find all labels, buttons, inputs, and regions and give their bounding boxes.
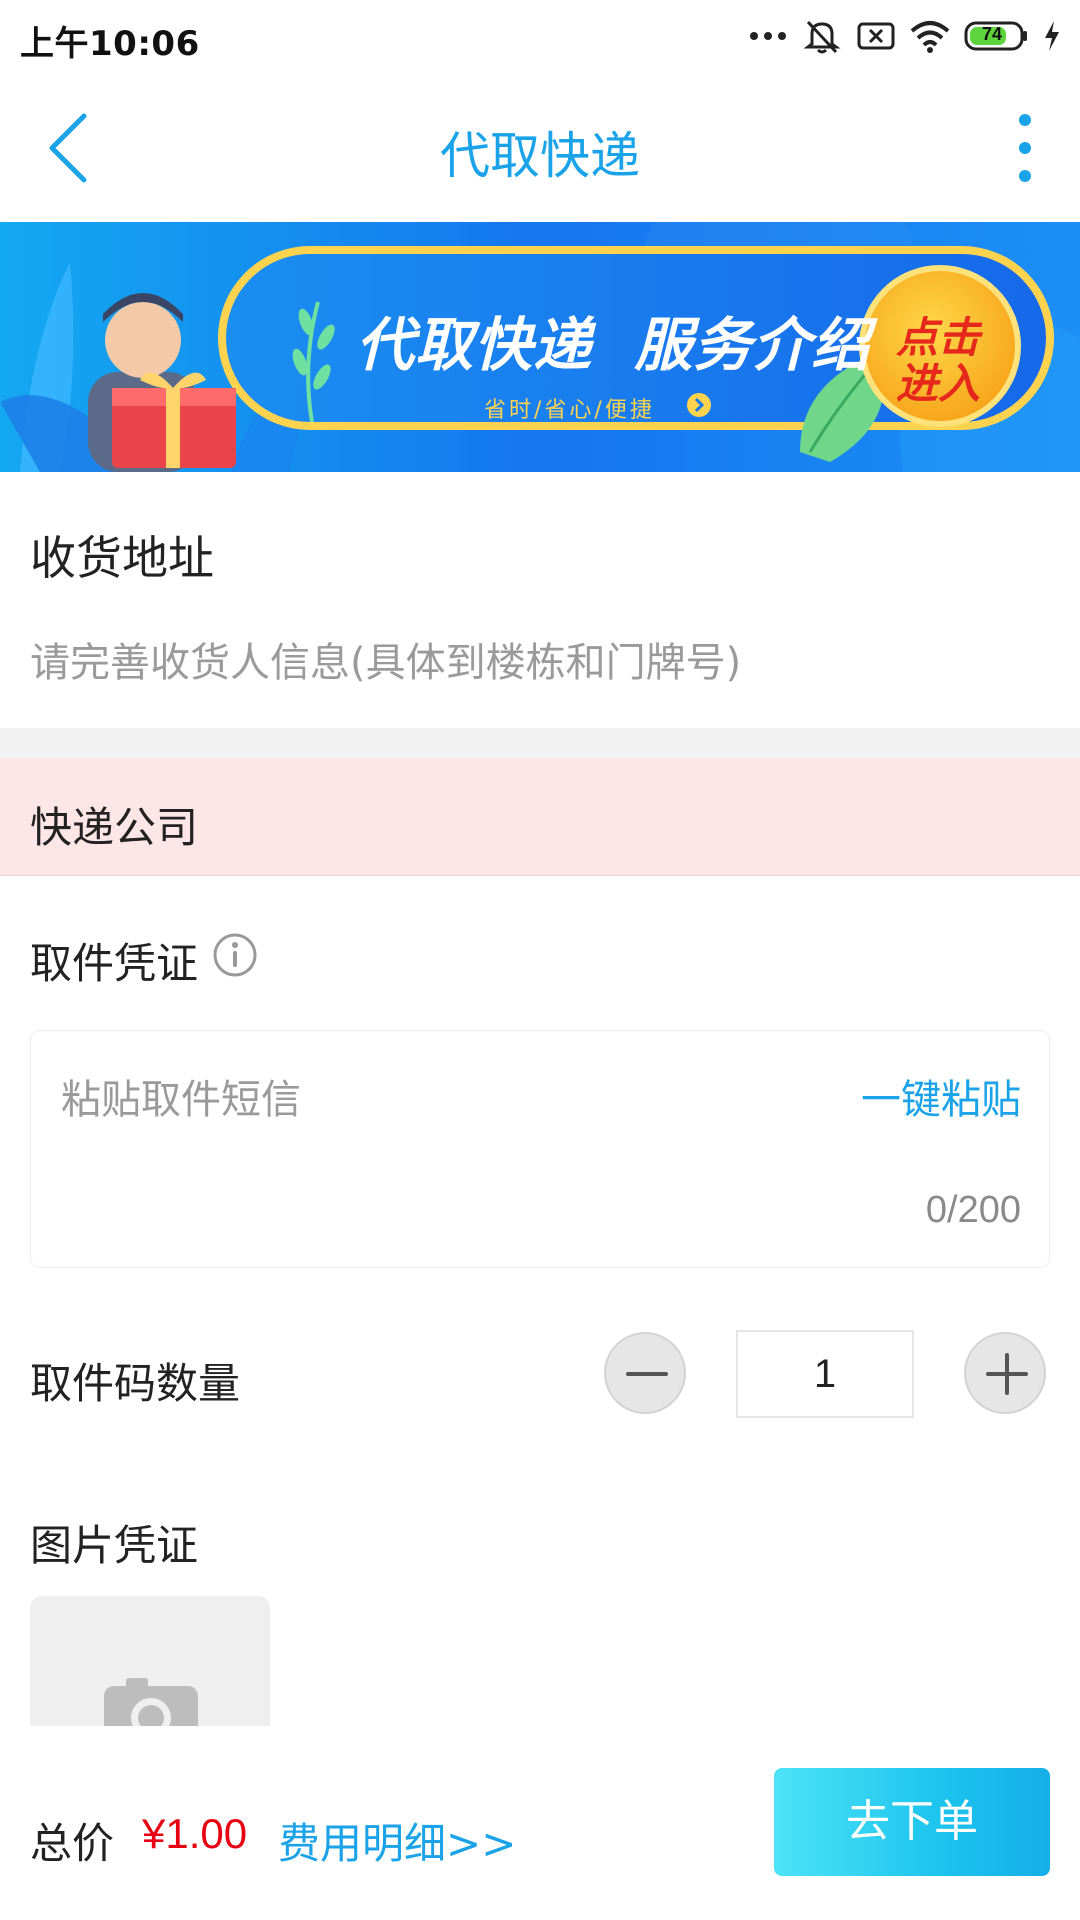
increment-button[interactable]: [964, 1332, 1046, 1414]
battery-level: 74: [982, 24, 1003, 44]
total-price: ¥1.00: [142, 1810, 248, 1857]
sim-off-icon: [856, 20, 896, 52]
address-label: 收货地址: [30, 531, 214, 585]
more-dots-icon: [748, 30, 788, 42]
nav-bar: 代取快递: [0, 74, 1080, 222]
pickup-voucher-header: 取件凭证: [0, 876, 1080, 1026]
service-intro-banner[interactable]: 代取快递 服务介绍 省时/省心/便捷 点击 进入: [0, 222, 1080, 472]
section-divider: [0, 728, 1080, 758]
battery-icon: 74: [964, 21, 1028, 51]
order-footer: 总价 ¥1.00 费用明细>> 去下单: [0, 1726, 1080, 1920]
status-icons: 74: [748, 14, 1062, 58]
banner-badge-line2: 进入: [896, 359, 981, 408]
mute-bell-icon: [802, 16, 842, 56]
one-click-paste-button[interactable]: 一键粘贴: [861, 1067, 1021, 1125]
code-quantity-row: 取件码数量 1: [0, 1320, 1080, 1430]
pickup-voucher-label: 取件凭证: [30, 939, 199, 988]
char-counter: 0/200: [925, 1189, 1021, 1231]
fee-detail-link[interactable]: 费用明细>>: [278, 1810, 516, 1871]
code-quantity-label: 取件码数量: [30, 1359, 241, 1408]
decrement-button[interactable]: [604, 1332, 686, 1414]
page-title: 代取快递: [440, 127, 640, 185]
more-menu-button[interactable]: [1010, 112, 1040, 184]
address-input[interactable]: 请完善收货人信息(具体到楼栋和门牌号): [30, 630, 741, 688]
courier-company-selector[interactable]: 快递公司: [0, 758, 1080, 876]
courier-company-label: 快递公司: [30, 803, 199, 852]
banner-headline: 代取快递 服务介绍: [356, 311, 871, 379]
sms-placeholder: 粘贴取件短信: [61, 1077, 301, 1123]
info-icon[interactable]: [212, 932, 258, 978]
more-vertical-icon: [1019, 114, 1031, 182]
quantity-input[interactable]: 1: [736, 1330, 914, 1418]
photo-upload-button[interactable]: [30, 1596, 270, 1726]
photo-voucher-label: 图片凭证: [30, 1521, 199, 1570]
sms-textarea[interactable]: 粘贴取件短信 一键粘贴 0/200: [30, 1030, 1050, 1268]
charging-icon: [1042, 19, 1062, 53]
status-time: 上午10:06: [20, 24, 200, 64]
address-section: 收货地址 请完善收货人信息(具体到楼栋和门牌号): [0, 472, 1080, 728]
total-label: 总价: [30, 1819, 115, 1868]
status-bar: 上午10:06 74: [0, 0, 1080, 74]
chevron-right-icon: [686, 392, 712, 422]
place-order-button[interactable]: 去下单: [774, 1768, 1050, 1876]
wifi-icon: [910, 19, 950, 53]
camera-icon: [104, 1678, 198, 1726]
banner-tagline: 省时/省心/便捷: [484, 398, 655, 423]
